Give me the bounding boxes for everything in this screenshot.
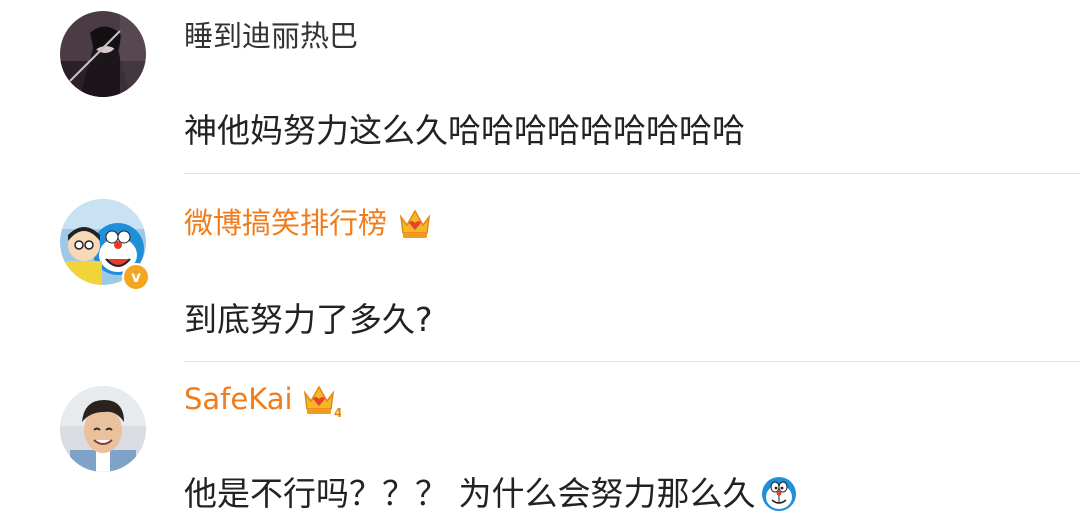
doraemon-emoji-icon (761, 477, 796, 511)
comment-username[interactable]: 睡到迪丽热巴 (184, 16, 358, 56)
avatar-smiling-man-icon[interactable] (60, 386, 146, 472)
comment-username[interactable]: SafeKai (184, 379, 293, 419)
comment-text-row: 他是不行吗？？？ 为什么会努力那么久 (184, 472, 798, 516)
vip-crown-level-4-icon: 4 (303, 385, 341, 419)
comment-text: 神他妈努力这么久哈哈哈哈哈哈哈哈哈 (184, 111, 745, 150)
verified-badge: v (122, 263, 150, 291)
vip-crown-icon (399, 209, 431, 238)
comment-list: 睡到迪丽热巴 神他妈努力这么久哈哈哈哈哈哈哈哈哈 v 微博搞笑排行榜 到底努力了… (0, 0, 1080, 528)
avatar-dark-figure-icon[interactable] (60, 11, 146, 97)
comment-item: SafeKai 4 他是不行吗？？？ 为什么会努力那么久 (0, 362, 1080, 528)
comment-username-row: SafeKai 4 (184, 379, 341, 419)
comment-username-row: 微博搞笑排行榜 (184, 203, 435, 243)
comment-item: v 微博搞笑排行榜 到底努力了多久? (0, 174, 1080, 362)
vip-level-text: 4 (334, 406, 341, 419)
comment-item: 睡到迪丽热巴 神他妈努力这么久哈哈哈哈哈哈哈哈哈 (0, 0, 1080, 174)
comment-username[interactable]: 微博搞笑排行榜 (184, 203, 387, 243)
comment-text: 他是不行吗？？？ 为什么会努力那么久 (184, 474, 756, 513)
comment-text: 到底努力了多久? (184, 300, 433, 339)
